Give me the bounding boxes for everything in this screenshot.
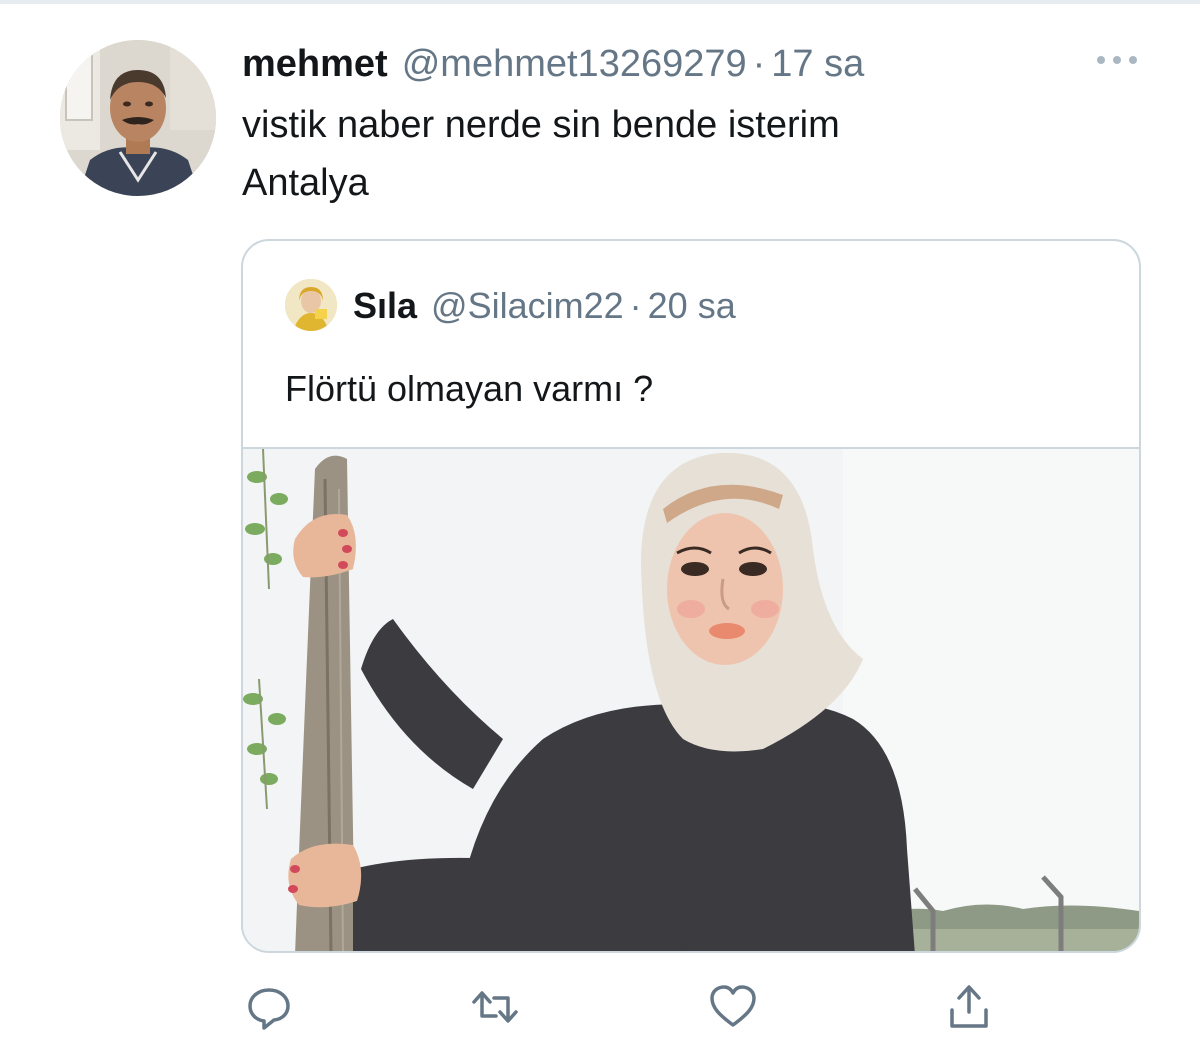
separator-dot: · <box>752 42 766 85</box>
quoted-tweet-photo[interactable] <box>243 447 1139 951</box>
reply-icon[interactable] <box>244 982 294 1032</box>
retweet-icon[interactable] <box>470 982 520 1032</box>
tweet-action-bar <box>242 982 1002 1032</box>
quoted-tweet-card[interactable]: Sıla @Silacim22 · 20 sa Flörtü olmayan v… <box>241 239 1141 953</box>
more-dots-icon[interactable] <box>1094 50 1140 70</box>
share-icon[interactable] <box>944 982 994 1032</box>
quoted-author-avatar[interactable] <box>285 279 337 331</box>
tweet-header: mehmet @mehmet13269279 · 17 sa <box>242 36 864 92</box>
avatar-photo <box>285 279 337 331</box>
quoted-handle[interactable]: @Silacim22 <box>431 285 624 327</box>
separator-dot: · <box>629 285 642 326</box>
quoted-display-name[interactable]: Sıla <box>353 285 417 327</box>
tweet-text-line: vistik naber nerde sin bende isterim <box>242 104 840 146</box>
author-display-name[interactable]: mehmet <box>242 43 388 86</box>
heart-icon[interactable] <box>708 982 758 1032</box>
tweet-text: vistik naber nerde sin bende isterim Ant… <box>242 96 1142 212</box>
top-divider <box>0 0 1200 4</box>
author-avatar[interactable] <box>60 40 216 196</box>
author-handle[interactable]: @mehmet13269279 <box>402 43 747 86</box>
quoted-tweet-text: Flörtü olmayan varmı ? <box>285 368 654 409</box>
tweet-text-line: Antalya <box>242 162 369 204</box>
quoted-tweet-header: Sıla @Silacim22 · 20 sa <box>353 283 736 329</box>
avatar-photo <box>60 40 216 196</box>
quoted-timestamp[interactable]: 20 sa <box>648 285 736 327</box>
tweet-timestamp[interactable]: 17 sa <box>771 43 864 86</box>
